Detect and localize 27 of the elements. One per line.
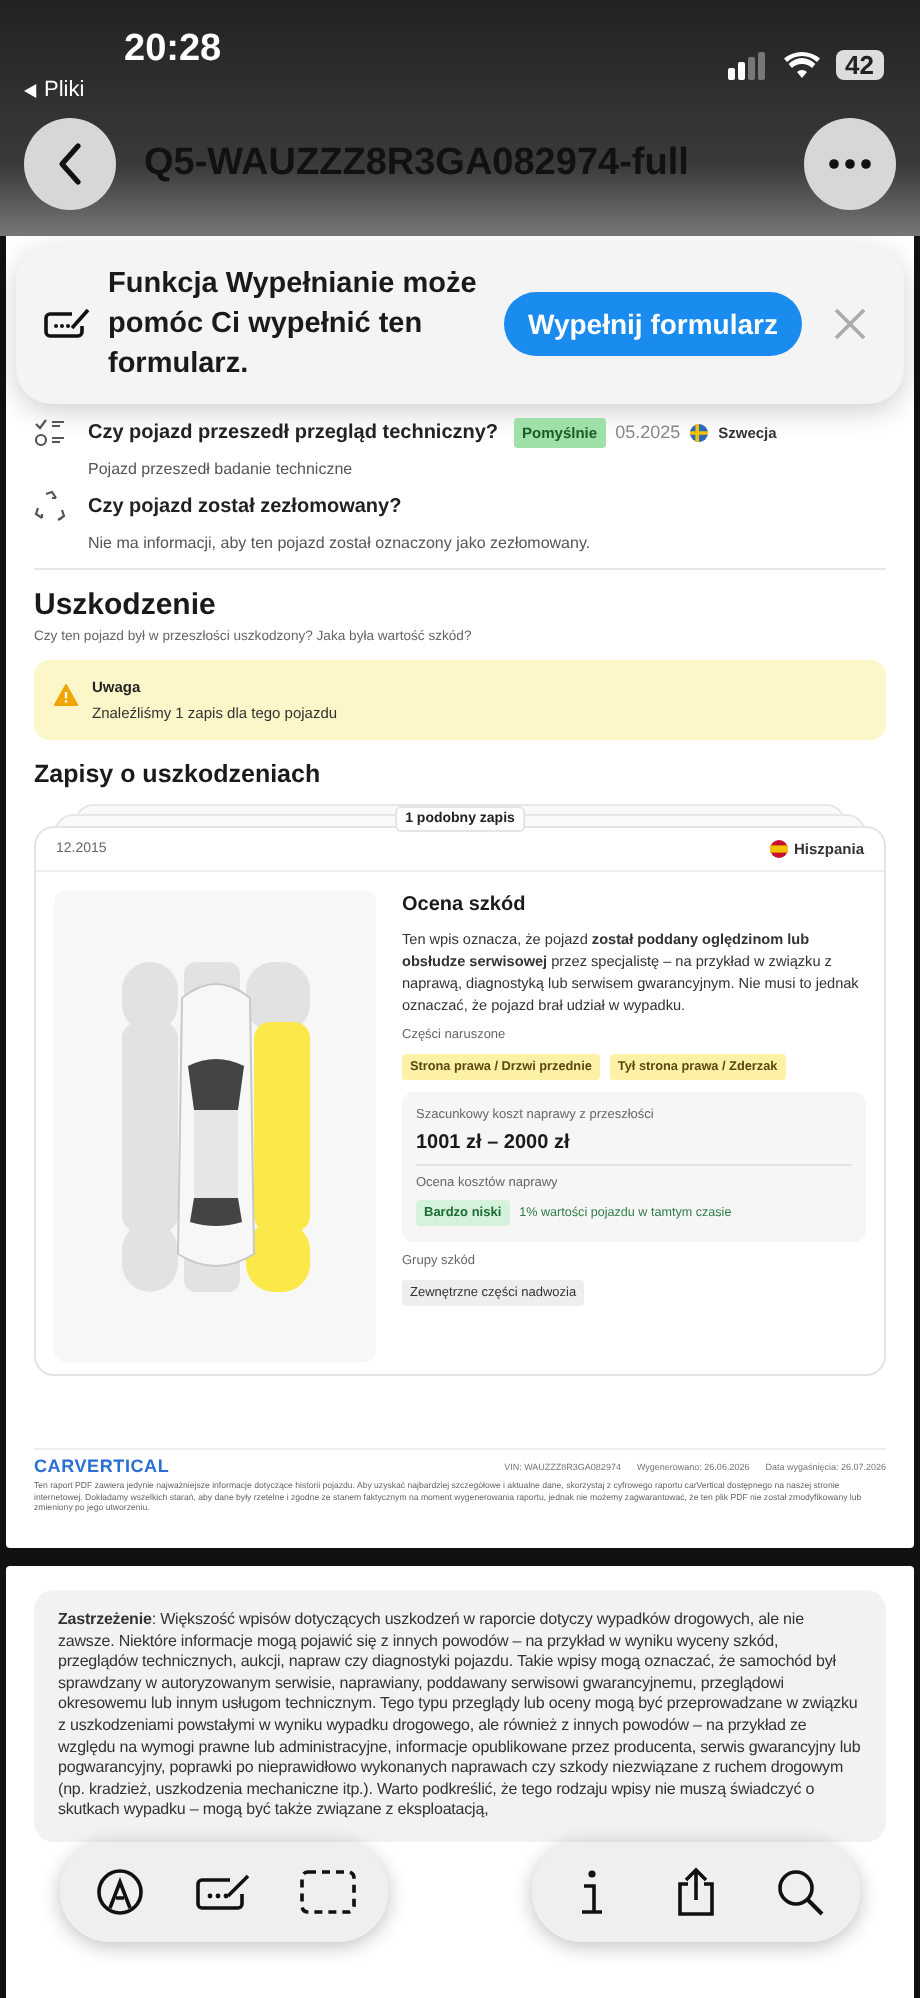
section-title: Uszkodzenie xyxy=(34,588,218,622)
back-to-app-link[interactable]: Pliki xyxy=(24,78,85,102)
checklist-icon xyxy=(34,416,66,448)
flag-icon xyxy=(690,423,709,441)
flag-icon xyxy=(769,840,788,858)
disclaimer-text: Zastrzeżenie: Większość wpisów dotyczących uszkodzeń w raporcie dotyczy wypadków drogowych, ale nie zawsze. Niektóre informacje mogą pojawić się z innych powodów – na przykład w wyniku wyceny szkód, przeglądów technicznych, aukcji, napraw czy diagnostyki pojazdu. Takie wpisy mogą oznaczać, że samochód był sprawdzany w autoryzowanym serwisie, naprawiany, poddawany serwisowi gwarancyjnemu, przeglądowi okresowemu lub innym usługom technicznym. Tego typu przeglądy lub oceny mogą być przeprowadzane w związku z uszkodzeniami powstałymi w wyniku wypadku drogowego, ale również z innych powodów – na przykład ze względu na wymogi prawne lub administracyjne, informacje opublikowane przez producenta, serwis gwarancyjny lub pogwarancyjny, poprawki po nieprawidłowo wykonanych naprawach czy szkody niezwiązane z ruchem drogowym (np. kradzież, uszkodzenia mechaniczne itp.). Warto podkreślić, że tego rodzaju wpisy nie muszą świadczyć o skutkach wypadku – mogą być także związane z eksploatacją, xyxy=(58,1610,862,1822)
form-fill-icon xyxy=(44,308,92,340)
warning-icon xyxy=(54,684,78,706)
back-arrow-icon xyxy=(24,83,38,97)
autofill-message: Funkcja Wypełnianie może pomóc Ci wypełnić ten formularz. xyxy=(108,266,479,384)
chevron-left-icon xyxy=(56,142,84,186)
check-question: Czy pojazd przeszedł przegląd techniczny? xyxy=(88,421,499,443)
cost-range: 1001 zł – 2000 zł xyxy=(416,1132,572,1154)
check-description: Nie ma informacji, aby ten pojazd został oznaczony jako zezłomowany. xyxy=(88,534,593,552)
battery-level: 42 xyxy=(835,50,884,80)
more-button[interactable] xyxy=(804,118,896,210)
section-title: Zapisy o uszkodzeniach xyxy=(34,760,323,788)
back-button[interactable] xyxy=(24,118,116,210)
check-question: Czy pojazd został zezłomowany? xyxy=(88,495,402,517)
signal-icon xyxy=(727,51,768,79)
wifi-icon xyxy=(783,51,820,79)
brand-logo: CARVERTICAL xyxy=(34,1456,170,1476)
record-heading: Ocena szkód xyxy=(402,894,528,916)
check-date: 05.2025 xyxy=(615,422,681,442)
status-time: 20:28 xyxy=(124,28,222,72)
more-icon xyxy=(828,158,872,170)
check-description: Pojazd przeszedł badanie techniczne xyxy=(88,460,355,478)
